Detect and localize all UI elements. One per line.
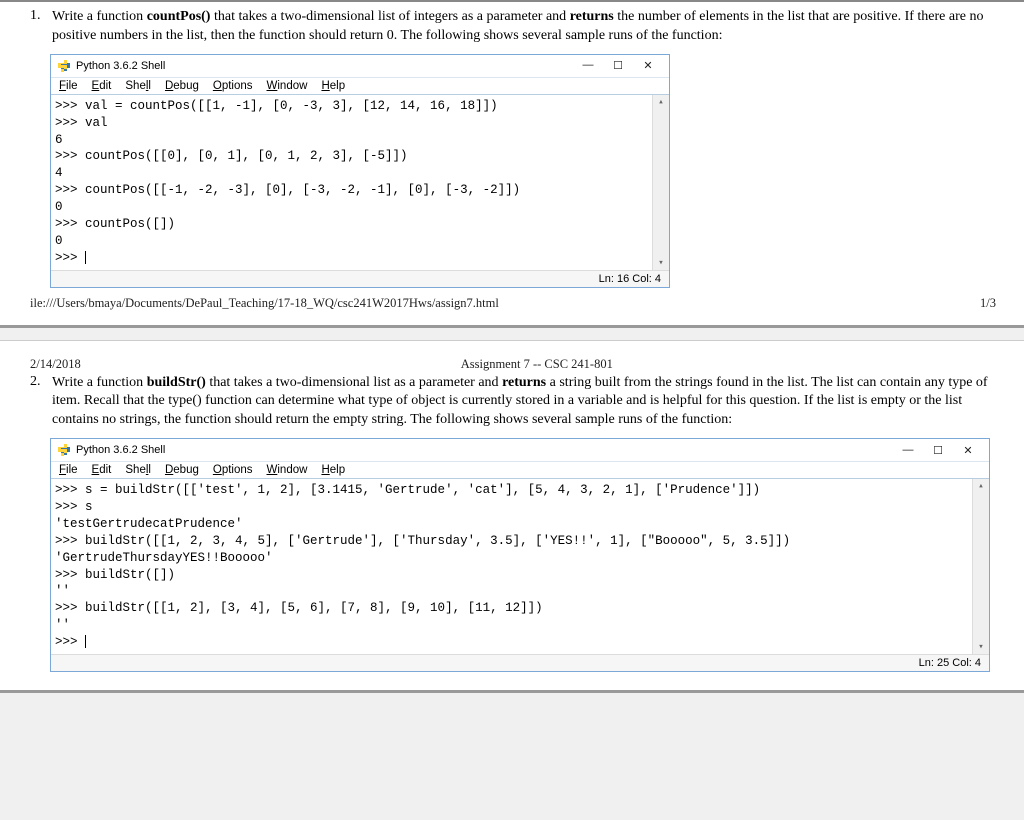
menu-edit[interactable]: Edit bbox=[92, 80, 112, 92]
menu-shell[interactable]: Shell bbox=[125, 464, 151, 476]
question-text: Write a function buildStr() that takes a… bbox=[52, 374, 1004, 431]
page-1: 1. Write a function countPos() that take… bbox=[0, 0, 1024, 328]
menu-debug[interactable]: Debug bbox=[165, 80, 199, 92]
menu-file[interactable]: File bbox=[59, 80, 78, 92]
python-icon bbox=[57, 59, 71, 73]
question-1: 1. Write a function countPos() that take… bbox=[30, 8, 1004, 46]
question-number: 1. bbox=[30, 8, 48, 46]
window-title: Python 3.6.2 Shell bbox=[76, 60, 581, 72]
close-button[interactable]: ✕ bbox=[961, 444, 975, 457]
minimize-button[interactable]: — bbox=[581, 59, 595, 72]
status-bar: Ln: 16 Col: 4 bbox=[51, 270, 669, 287]
page-2: 2/14/2018 Assignment 7 -- CSC 241-801 2.… bbox=[0, 340, 1024, 693]
file-path: ile:///Users/bmaya/Documents/DePaul_Teac… bbox=[30, 296, 499, 311]
shell-body: >>> s = buildStr([['test', 1, 2], [3.141… bbox=[51, 479, 989, 654]
menu-help[interactable]: Help bbox=[321, 80, 345, 92]
window-titlebar[interactable]: Python 3.6.2 Shell — ☐ ✕ bbox=[51, 55, 669, 78]
menu-options[interactable]: Options bbox=[213, 80, 253, 92]
menu-window[interactable]: Window bbox=[267, 80, 308, 92]
menu-help[interactable]: Help bbox=[321, 464, 345, 476]
text-cursor bbox=[85, 251, 86, 264]
header-date: 2/14/2018 bbox=[30, 357, 81, 372]
scroll-down-icon[interactable]: ▾ bbox=[978, 640, 983, 654]
maximize-button[interactable]: ☐ bbox=[931, 444, 945, 457]
minimize-button[interactable]: — bbox=[901, 444, 915, 457]
menu-bar: File Edit Shell Debug Options Window Hel… bbox=[51, 462, 989, 479]
window-controls: — ☐ ✕ bbox=[581, 59, 655, 72]
menu-file[interactable]: File bbox=[59, 464, 78, 476]
window-title: Python 3.6.2 Shell bbox=[76, 444, 901, 456]
header-title: Assignment 7 -- CSC 241-801 bbox=[81, 357, 993, 372]
menu-options[interactable]: Options bbox=[213, 464, 253, 476]
page-header: 2/14/2018 Assignment 7 -- CSC 241-801 bbox=[30, 351, 1004, 374]
page-number: 1/3 bbox=[980, 296, 996, 311]
scrollbar[interactable]: ▴ ▾ bbox=[972, 479, 989, 654]
python-shell-window-1: Python 3.6.2 Shell — ☐ ✕ File Edit Shell… bbox=[50, 54, 670, 288]
python-shell-window-2: Python 3.6.2 Shell — ☐ ✕ File Edit Shell… bbox=[50, 438, 990, 672]
menu-bar: File Edit Shell Debug Options Window Hel… bbox=[51, 78, 669, 95]
close-button[interactable]: ✕ bbox=[641, 59, 655, 72]
question-text: Write a function countPos() that takes a… bbox=[52, 8, 1004, 46]
text-cursor bbox=[85, 635, 86, 648]
question-number: 2. bbox=[30, 374, 48, 431]
menu-window[interactable]: Window bbox=[267, 464, 308, 476]
menu-debug[interactable]: Debug bbox=[165, 464, 199, 476]
scroll-down-icon[interactable]: ▾ bbox=[658, 256, 663, 270]
status-bar: Ln: 25 Col: 4 bbox=[51, 654, 989, 671]
shell-output[interactable]: >>> val = countPos([[1, -1], [0, -3, 3],… bbox=[51, 95, 652, 270]
window-controls: — ☐ ✕ bbox=[901, 444, 975, 457]
question-2: 2. Write a function buildStr() that take… bbox=[30, 374, 1004, 431]
page-footer: ile:///Users/bmaya/Documents/DePaul_Teac… bbox=[30, 296, 1004, 315]
scroll-up-icon[interactable]: ▴ bbox=[658, 95, 663, 109]
menu-shell[interactable]: Shell bbox=[125, 80, 151, 92]
maximize-button[interactable]: ☐ bbox=[611, 59, 625, 72]
scrollbar[interactable]: ▴ ▾ bbox=[652, 95, 669, 270]
shell-output[interactable]: >>> s = buildStr([['test', 1, 2], [3.141… bbox=[51, 479, 972, 654]
python-icon bbox=[57, 443, 71, 457]
window-titlebar[interactable]: Python 3.6.2 Shell — ☐ ✕ bbox=[51, 439, 989, 462]
scroll-up-icon[interactable]: ▴ bbox=[978, 479, 983, 493]
menu-edit[interactable]: Edit bbox=[92, 464, 112, 476]
shell-body: >>> val = countPos([[1, -1], [0, -3, 3],… bbox=[51, 95, 669, 270]
